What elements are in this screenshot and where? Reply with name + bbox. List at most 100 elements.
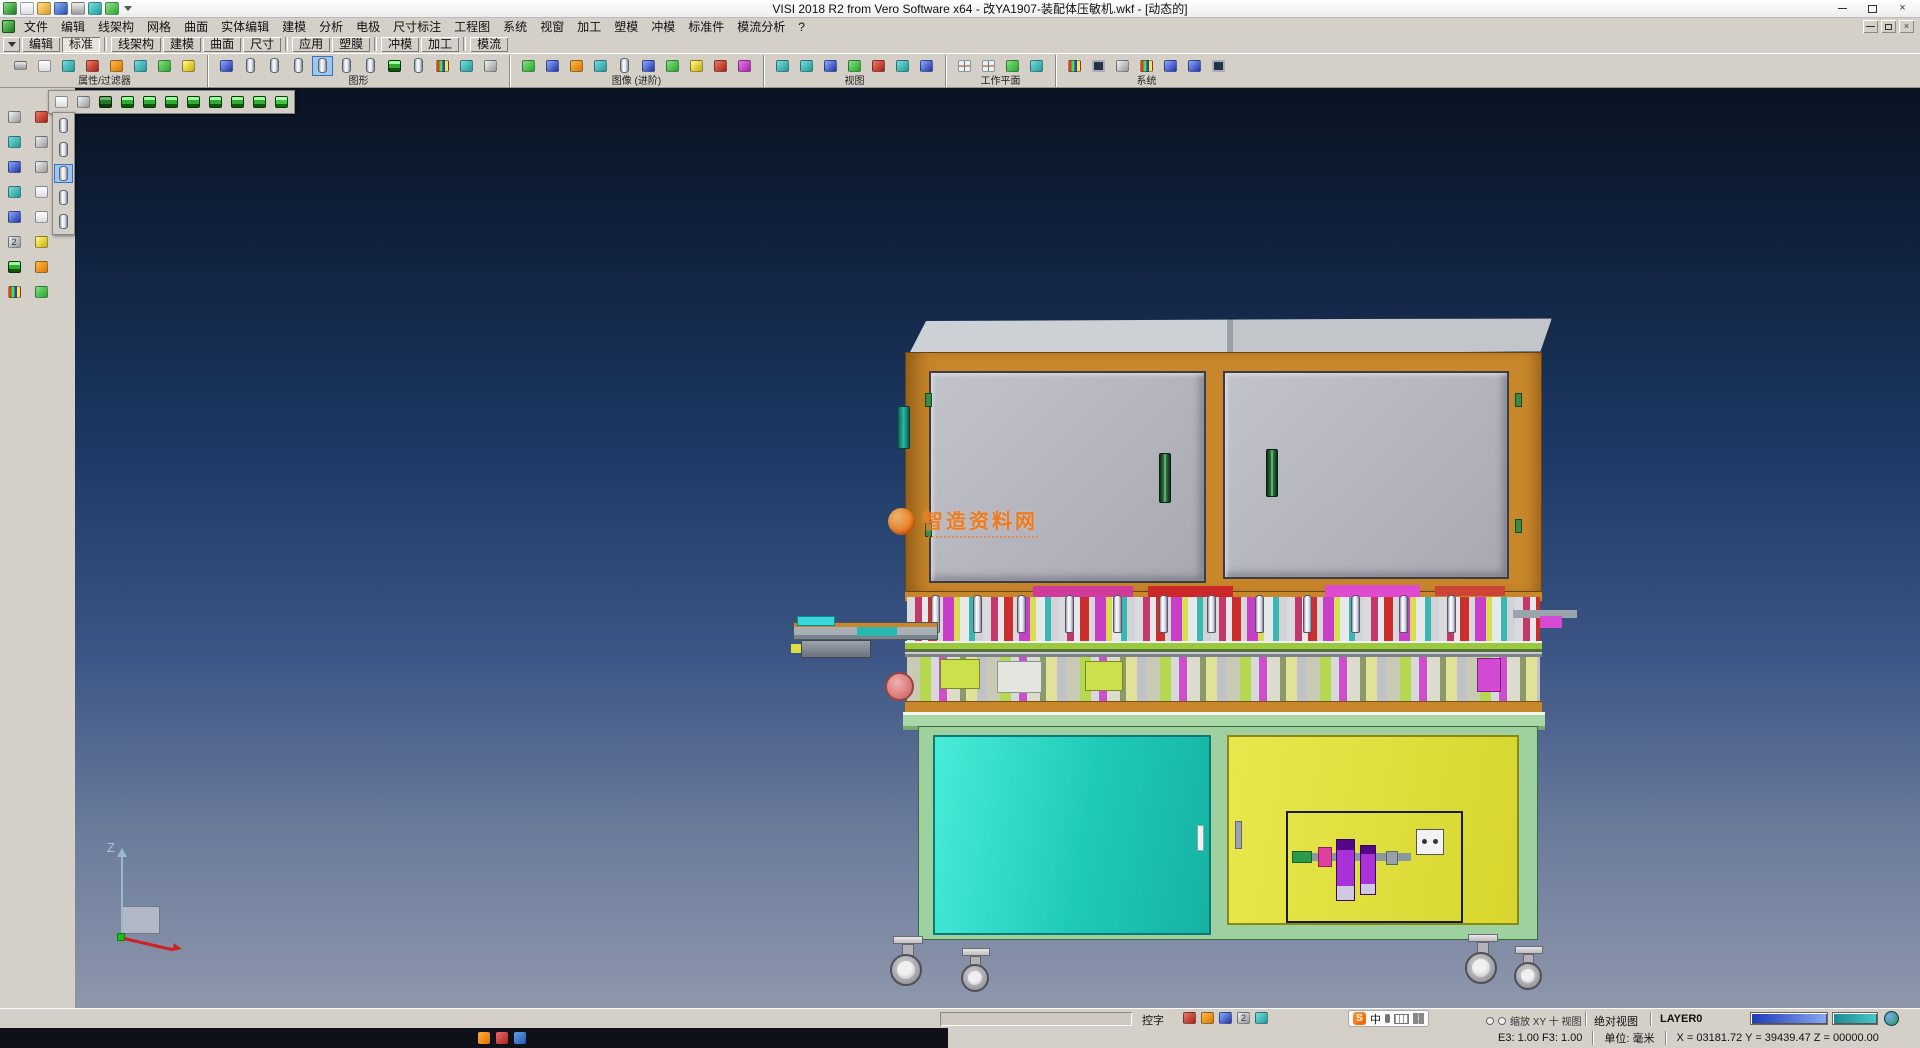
red-tool-icon[interactable] — [1183, 1012, 1196, 1024]
palette-tool-icon[interactable] — [2, 281, 26, 302]
view-blue2-icon[interactable] — [916, 56, 937, 76]
tab-edit[interactable]: 编辑 — [22, 37, 60, 52]
ime-lang-toggle[interactable]: 中 — [1370, 1011, 1381, 1027]
new-doc-icon[interactable] — [20, 2, 34, 15]
machine-upper-cabinet[interactable] — [905, 352, 1542, 592]
menu-surface[interactable]: 曲面 — [178, 18, 214, 35]
move-tool-icon[interactable] — [2, 131, 26, 152]
display-mode-selected-icon[interactable] — [54, 164, 73, 183]
yellow-panel-handle[interactable] — [1235, 821, 1242, 849]
multi-color-icon[interactable] — [432, 56, 453, 76]
gray-tool-icon[interactable] — [480, 56, 501, 76]
filter-teal-icon[interactable] — [58, 56, 79, 76]
mdi-restore-button[interactable] — [1881, 20, 1896, 33]
render-red-icon[interactable] — [710, 56, 731, 76]
rotate-tool-icon[interactable] — [2, 156, 26, 177]
system-multicolor-icon[interactable] — [1064, 56, 1085, 76]
menu-edit[interactable]: 编辑 — [55, 18, 91, 35]
iso-cube-view-icon[interactable] — [228, 93, 247, 112]
refresh-blue-icon[interactable] — [216, 56, 237, 76]
display-mode-icon[interactable] — [54, 140, 73, 159]
open-doc-icon[interactable] — [37, 2, 51, 15]
menu-window[interactable]: 视窗 — [534, 18, 570, 35]
two-d-tool-icon[interactable]: 2 — [2, 231, 26, 252]
lower-left-door-cyan[interactable] — [933, 735, 1211, 935]
render-orange-icon[interactable] — [566, 56, 587, 76]
minimize-button[interactable] — [1828, 1, 1857, 17]
settings-icon[interactable] — [105, 2, 119, 15]
machine-lower-cabinet[interactable] — [918, 726, 1538, 940]
view-red-icon[interactable] — [868, 56, 889, 76]
document-tool-icon[interactable] — [34, 56, 55, 76]
layer-indicator[interactable]: LAYER0 — [1660, 1013, 1702, 1025]
workplane-tool-icon[interactable] — [29, 281, 53, 302]
view-teal3-icon[interactable] — [892, 56, 913, 76]
filter-yellow-icon[interactable] — [178, 56, 199, 76]
maximize-button[interactable] — [1858, 1, 1887, 17]
tab-machining[interactable]: 加工 — [421, 37, 459, 52]
qat-dropdown-icon[interactable] — [124, 6, 132, 11]
tab-surface[interactable]: 曲面 — [203, 37, 241, 52]
view-list-icon[interactable] — [52, 93, 71, 112]
printer-tool-icon[interactable] — [10, 56, 31, 76]
iso-cube-view-icon[interactable] — [162, 93, 181, 112]
view-blue-icon[interactable] — [820, 56, 841, 76]
cylinder-view-icon[interactable] — [288, 56, 309, 76]
machine-work-section[interactable] — [905, 592, 1542, 715]
zoom-tool-icon[interactable] — [2, 106, 26, 127]
badge-2-icon[interactable]: 2 — [1237, 1012, 1250, 1024]
system-grid-icon[interactable] — [1136, 56, 1157, 76]
render-teal-icon[interactable] — [590, 56, 611, 76]
cylinder-view-icon[interactable] — [240, 56, 261, 76]
cube-shade-icon[interactable] — [384, 56, 405, 76]
tab-wireframe[interactable]: 线架构 — [111, 37, 161, 52]
viewport-3d[interactable]: 智造资料网 Z — [75, 88, 1920, 1008]
globe-icon[interactable] — [1884, 1011, 1899, 1026]
cylinder-view-icon[interactable] — [360, 56, 381, 76]
right-door-handle[interactable] — [1266, 449, 1278, 497]
layers-tool-icon[interactable] — [2, 206, 26, 227]
color-scale-teal[interactable] — [1832, 1012, 1878, 1025]
system-gray-icon[interactable] — [1112, 56, 1133, 76]
taskbar-app-icon[interactable] — [514, 1032, 526, 1044]
cyan-door-handle[interactable] — [1197, 825, 1204, 851]
iso-cube-view-icon[interactable] — [96, 93, 115, 112]
shade-tool-icon[interactable] — [2, 181, 26, 202]
display-mode-icon[interactable] — [54, 116, 73, 135]
view-green-icon[interactable] — [844, 56, 865, 76]
mdi-minimize-button[interactable] — [1863, 20, 1878, 33]
preview-icon[interactable] — [88, 2, 102, 15]
display-mode-icon[interactable] — [54, 188, 73, 207]
tab-dimension[interactable]: 尺寸 — [243, 37, 281, 52]
menu-dimensioning[interactable]: 尺寸标注 — [387, 18, 447, 35]
blue-tool-icon[interactable] — [1219, 1012, 1232, 1024]
draw-tool-icon[interactable] — [29, 181, 53, 202]
render-blue2-icon[interactable] — [638, 56, 659, 76]
menu-electrode[interactable]: 电极 — [350, 18, 386, 35]
erase-tool-icon[interactable] — [29, 156, 53, 177]
filter-orange-icon[interactable] — [106, 56, 127, 76]
render-magenta-icon[interactable] — [734, 56, 755, 76]
edit-tool-icon[interactable] — [29, 131, 53, 152]
menu-solid-edit[interactable]: 实体编辑 — [215, 18, 275, 35]
print-icon[interactable] — [71, 2, 85, 15]
frl-unit-frame[interactable] — [1286, 811, 1463, 923]
menu-modeling[interactable]: 建模 — [276, 18, 312, 35]
filter-green-icon[interactable] — [154, 56, 175, 76]
workplane-green-icon[interactable] — [1002, 56, 1023, 76]
render-green2-icon[interactable] — [662, 56, 683, 76]
cylinder-view-selected-icon[interactable] — [312, 56, 333, 76]
teal-tool-icon[interactable] — [1255, 1012, 1268, 1024]
iso-cube-view-icon[interactable] — [140, 93, 159, 112]
color-scale-blue[interactable] — [1750, 1012, 1828, 1025]
machine-roof[interactable] — [908, 318, 1552, 356]
iso-cube-view-icon[interactable] — [184, 93, 203, 112]
taskbar-app-icon[interactable] — [496, 1032, 508, 1044]
mic-icon[interactable] — [1385, 1014, 1390, 1023]
filter-red-icon[interactable] — [82, 56, 103, 76]
cylinder-view-icon[interactable] — [264, 56, 285, 76]
menu-die[interactable]: 冲模 — [645, 18, 681, 35]
tab-application[interactable]: 应用 — [292, 37, 330, 52]
menu-help[interactable]: ? — [792, 20, 811, 34]
side-handle-teal[interactable] — [897, 406, 910, 449]
